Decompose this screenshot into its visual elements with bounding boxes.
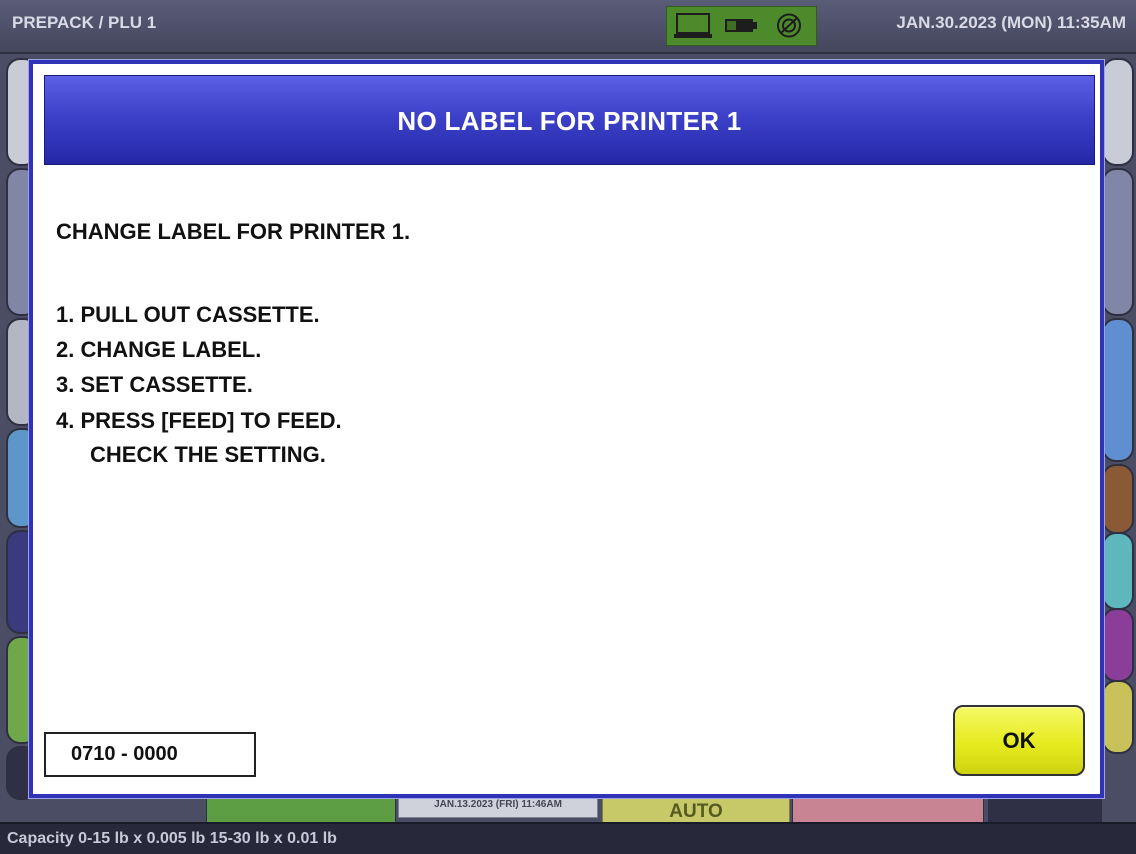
error-code: 0710 - 0000: [44, 732, 256, 777]
instruction-step-4: 4. PRESS [FEED] TO FEED.: [56, 408, 342, 433]
bg-tile-right-5: [1102, 532, 1134, 610]
ok-button[interactable]: OK: [953, 705, 1085, 776]
bg-tile-right-7: [1102, 680, 1134, 754]
instruction-note: CHECK THE SETTING.: [90, 442, 326, 467]
battery-icon: [725, 19, 757, 32]
instruction-step-2: 2. CHANGE LABEL.: [56, 337, 262, 362]
instruction-step-3: 3. SET CASSETTE.: [56, 372, 253, 397]
bg-auto-button: AUTO: [602, 796, 790, 824]
bg-tile-right-3: [1102, 318, 1134, 462]
instruction-step-1: 1. PULL OUT CASSETTE.: [56, 302, 320, 327]
computer-icon: [674, 13, 712, 38]
dialog-header: NO LABEL FOR PRINTER 1: [44, 75, 1095, 165]
error-dialog: NO LABEL FOR PRINTER 1 CHANGE LABEL FOR …: [29, 60, 1104, 798]
dialog-title: NO LABEL FOR PRINTER 1: [397, 106, 742, 136]
message-heading: CHANGE LABEL FOR PRINTER 1.: [56, 219, 411, 244]
top-status-bar: PREPACK / PLU 1 JAN.30.2023 (MON) 11:35A…: [0, 0, 1136, 54]
capacity-text: Capacity 0-15 lb x 0.005 lb 15-30 lb x 0…: [7, 830, 337, 847]
status-icon-group: [666, 6, 817, 46]
network-icon: [777, 13, 801, 38]
bg-tile-right-2: [1102, 168, 1134, 316]
footer-bar: Capacity 0-15 lb x 0.005 lb 15-30 lb x 0…: [0, 822, 1136, 854]
screen-title: PREPACK / PLU 1: [12, 13, 157, 32]
bg-tile-right-4: [1102, 464, 1134, 534]
current-datetime: JAN.30.2023 (MON) 11:35AM: [896, 13, 1126, 32]
bg-tile-right-1: [1102, 58, 1134, 166]
bg-tile-right-6: [1102, 608, 1134, 682]
